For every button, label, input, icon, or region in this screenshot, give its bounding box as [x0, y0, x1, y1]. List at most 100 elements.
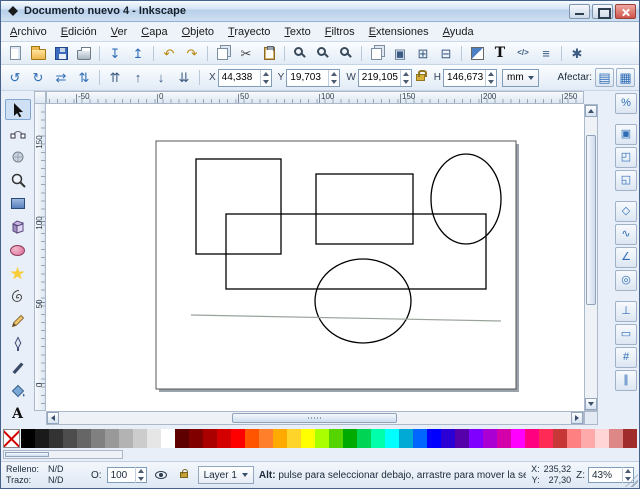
menu-objeto[interactable]: Objeto [175, 23, 221, 41]
menu-filtros[interactable]: Filtros [318, 23, 362, 41]
lower-button[interactable]: ↓ [150, 68, 172, 88]
palette-swatch[interactable] [49, 429, 63, 448]
minimize-button[interactable] [569, 4, 590, 19]
palette-swatch[interactable] [343, 429, 357, 448]
palette-swatch[interactable] [371, 429, 385, 448]
group-button[interactable]: ⊞ [412, 43, 434, 63]
scroll-right-icon[interactable] [571, 412, 583, 424]
calligraphy-tool-button[interactable] [5, 357, 31, 378]
horizontal-scroll-thumb[interactable] [232, 413, 397, 423]
text-dialog-button[interactable]: T [489, 43, 511, 63]
affect-gradients-button[interactable]: ▤ [595, 68, 614, 87]
canvas[interactable] [46, 104, 584, 411]
snap-bbox-edges-button[interactable]: ◰ [615, 147, 637, 168]
palette-swatch[interactable] [119, 429, 133, 448]
copy-button[interactable] [212, 43, 234, 63]
star-tool-button[interactable] [5, 263, 31, 284]
snap-nodes-button[interactable]: ◇ [615, 201, 637, 222]
spin-arrows[interactable] [260, 70, 271, 86]
menu-trayecto[interactable]: Trayecto [221, 23, 277, 41]
spin-arrows[interactable] [328, 70, 339, 86]
duplicate-button[interactable] [366, 43, 388, 63]
layer-lock-button[interactable] [175, 467, 193, 483]
palette-swatch[interactable] [483, 429, 497, 448]
menu-edicion[interactable]: Edición [54, 23, 104, 41]
spin-down-icon[interactable] [403, 80, 409, 84]
maximize-button[interactable] [592, 4, 613, 19]
palette-swatch[interactable] [357, 429, 371, 448]
vertical-ruler[interactable]: 150100500 [34, 104, 46, 411]
fill-stroke-dialog-button[interactable] [466, 43, 488, 63]
spin-arrows[interactable] [400, 70, 411, 86]
snap-grid-button[interactable]: # [615, 347, 637, 368]
palette-swatch[interactable] [203, 429, 217, 448]
rotate-ccw-button[interactable]: ↺ [4, 68, 26, 88]
spin-arrows[interactable] [135, 467, 146, 483]
snap-bbox-button[interactable]: ▣ [615, 124, 637, 145]
import-button[interactable]: ↧ [104, 43, 126, 63]
paint-bucket-tool-button[interactable] [5, 380, 31, 401]
export-button[interactable]: ↥ [127, 43, 149, 63]
palette-swatch[interactable] [567, 429, 581, 448]
print-document-button[interactable] [73, 43, 95, 63]
redo-button[interactable]: ↷ [181, 43, 203, 63]
spin-down-icon[interactable] [331, 80, 337, 84]
layer-visibility-button[interactable] [152, 467, 170, 483]
palette-swatch[interactable] [301, 429, 315, 448]
palette-swatch[interactable] [21, 429, 35, 448]
align-dialog-button[interactable]: ≡ [535, 43, 557, 63]
vertical-scrollbar[interactable] [584, 104, 598, 411]
zoom-selection-button[interactable] [289, 43, 311, 63]
no-color-swatch[interactable] [3, 429, 20, 448]
palette-swatch[interactable] [525, 429, 539, 448]
palette-swatch[interactable] [413, 429, 427, 448]
zoom-tool-button[interactable] [5, 169, 31, 190]
pencil-tool-button[interactable] [5, 310, 31, 331]
affect-patterns-button[interactable]: ▦ [616, 68, 635, 87]
palette-swatch[interactable] [287, 429, 301, 448]
palette-swatch[interactable] [63, 429, 77, 448]
palette-swatch[interactable] [147, 429, 161, 448]
node-tool-button[interactable] [5, 122, 31, 143]
palette-swatch[interactable] [441, 429, 455, 448]
ungroup-button[interactable]: ⊟ [435, 43, 457, 63]
ellipse-tool-button[interactable] [5, 240, 31, 261]
palette-swatch[interactable] [35, 429, 49, 448]
fill-stroke-indicator[interactable]: Relleno: N/D Trazo: N/D [6, 464, 86, 486]
scroll-left-icon[interactable] [47, 412, 59, 424]
palette-swatch[interactable] [539, 429, 553, 448]
menu-extensiones[interactable]: Extensiones [362, 23, 436, 41]
palette-swatch[interactable] [245, 429, 259, 448]
palette-swatch[interactable] [175, 429, 189, 448]
palette-swatch[interactable] [399, 429, 413, 448]
horizontal-scrollbar[interactable] [46, 411, 584, 425]
layer-dropdown[interactable]: Layer 1 [198, 466, 254, 484]
tweak-tool-button[interactable] [5, 146, 31, 167]
save-document-button[interactable] [50, 43, 72, 63]
palette-swatch[interactable] [469, 429, 483, 448]
selector-tool-button[interactable] [5, 99, 31, 120]
box3d-tool-button[interactable] [5, 216, 31, 237]
close-button[interactable] [615, 4, 636, 19]
y-field[interactable]: 19,703 [286, 69, 340, 87]
spin-up-icon[interactable] [403, 72, 409, 76]
spin-up-icon[interactable] [331, 72, 337, 76]
palette-scrollbar[interactable] [3, 450, 123, 459]
snap-toggle-button[interactable]: % [615, 93, 637, 114]
spiral-tool-button[interactable] [5, 286, 31, 307]
palette-swatch[interactable] [497, 429, 511, 448]
snap-intersections-button[interactable]: ∠ [615, 247, 637, 268]
new-document-button[interactable] [4, 43, 26, 63]
flip-vertical-button[interactable]: ⇅ [73, 68, 95, 88]
menu-capa[interactable]: Capa [134, 23, 174, 41]
vertical-scroll-thumb[interactable] [586, 135, 596, 305]
text-tool-button[interactable]: A [5, 403, 31, 424]
zoom-page-button[interactable] [335, 43, 357, 63]
raise-button[interactable]: ↑ [127, 68, 149, 88]
palette-swatch[interactable] [217, 429, 231, 448]
preferences-button[interactable]: ✱ [566, 43, 588, 63]
scroll-down-icon[interactable] [585, 398, 597, 410]
snap-midpoints-button[interactable]: ⊥ [615, 301, 637, 322]
menu-archivo[interactable]: Archivo [3, 23, 54, 41]
palette-swatch[interactable] [105, 429, 119, 448]
